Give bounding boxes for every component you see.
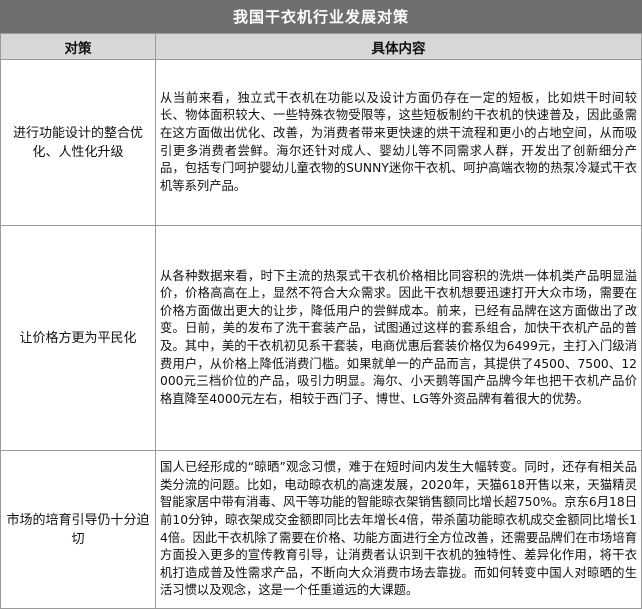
table-row: 进行功能设计的整合优化、人性化升级 从当前来看，独立式干衣机在功能以及设计方面仍… (0, 59, 642, 226)
table-row: 市场的培育引导仍十分迫切 国人已经形成的“晾晒”观念习惯，难于在短时间内发生大幅… (0, 450, 642, 609)
strategy-content: 国人已经形成的“晾晒”观念习惯，难于在短时间内发生大幅转变。同时，还存有相关品类… (155, 450, 642, 609)
table-header-row: 对策 具体内容 (0, 33, 642, 60)
header-strategy: 对策 (0, 33, 156, 60)
figure-title: 我国干衣机行业发展对策 (0, 0, 642, 33)
strategy-content: 从当前来看，独立式干衣机在功能以及设计方面仍存在一定的短板，比如烘干时间较长、物… (155, 59, 642, 226)
strategy-label: 进行功能设计的整合优化、人性化升级 (0, 59, 156, 226)
strategy-table-figure: 我国干衣机行业发展对策 对策 具体内容 进行功能设计的整合优化、人性化升级 从当… (0, 0, 642, 609)
header-details: 具体内容 (155, 33, 642, 60)
strategy-label: 市场的培育引导仍十分迫切 (0, 450, 156, 609)
strategy-label: 让价格方更为平民化 (0, 225, 156, 451)
strategy-content: 从各种数据来看，时下主流的热泵式干衣机价格相比同容积的洗烘一体机类产品明显溢价，… (155, 225, 642, 451)
strategy-table: 对策 具体内容 进行功能设计的整合优化、人性化升级 从当前来看，独立式干衣机在功… (0, 33, 642, 609)
table-row: 让价格方更为平民化 从各种数据来看，时下主流的热泵式干衣机价格相比同容积的洗烘一… (0, 225, 642, 451)
